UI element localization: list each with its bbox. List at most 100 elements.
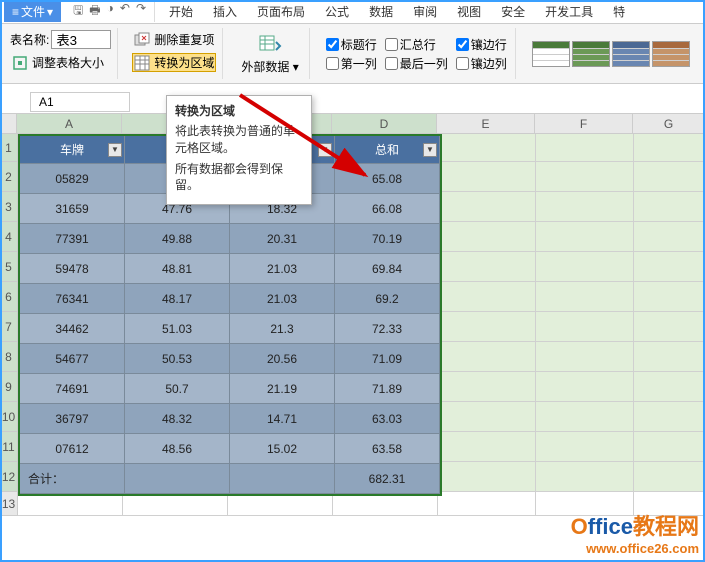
table-header-0[interactable]: 车牌▼ — [20, 136, 125, 164]
row-header-7[interactable]: 7 — [0, 312, 18, 342]
filter-dropdown-0[interactable]: ▼ — [108, 143, 122, 157]
table-cell-r3-c3[interactable]: 69.84 — [335, 254, 440, 284]
tab-视图[interactable]: 视图 — [447, 1, 491, 22]
cell-F1[interactable] — [536, 134, 634, 162]
cell-E9[interactable] — [438, 372, 536, 402]
table-cell-r4-c3[interactable]: 69.2 — [335, 284, 440, 314]
cell-E6[interactable] — [438, 282, 536, 312]
cell-G8[interactable] — [634, 342, 705, 372]
table-cell-r9-c2[interactable]: 15.02 — [230, 434, 335, 464]
cell-F6[interactable] — [536, 282, 634, 312]
table-cell-r3-c1[interactable]: 48.81 — [125, 254, 230, 284]
style-swatch-3[interactable] — [612, 41, 650, 67]
cell-F4[interactable] — [536, 222, 634, 252]
table-cell-r5-c3[interactable]: 72.33 — [335, 314, 440, 344]
cell-F5[interactable] — [536, 252, 634, 282]
remove-duplicates-button[interactable]: 删除重复项 — [132, 30, 216, 49]
cell-G4[interactable] — [634, 222, 705, 252]
table-cell-r9-c0[interactable]: 07612 — [20, 434, 125, 464]
save-icon[interactable]: 🖫 — [73, 1, 83, 22]
filter-dropdown-3[interactable]: ▼ — [423, 143, 437, 157]
table-cell-r6-c1[interactable]: 50.53 — [125, 344, 230, 374]
cell-F8[interactable] — [536, 342, 634, 372]
table-cell-r5-c2[interactable]: 21.3 — [230, 314, 335, 344]
col-header-D[interactable]: D — [332, 114, 437, 134]
cell-G3[interactable] — [634, 192, 705, 222]
cell-G9[interactable] — [634, 372, 705, 402]
table-cell-r9-c1[interactable]: 48.56 — [125, 434, 230, 464]
cell-E8[interactable] — [438, 342, 536, 372]
cell-E11[interactable] — [438, 432, 536, 462]
resize-table-button[interactable]: 调整表格大小 — [10, 53, 111, 72]
table-header-3[interactable]: 总和▼ — [335, 136, 440, 164]
table-cell-r8-c1[interactable]: 48.32 — [125, 404, 230, 434]
row-header-1[interactable]: 1 — [0, 134, 18, 162]
preview-icon[interactable]: ◑ — [107, 1, 114, 22]
cell-G7[interactable] — [634, 312, 705, 342]
cell-E2[interactable] — [438, 162, 536, 192]
cell-F12[interactable] — [536, 462, 634, 492]
table-cell-r0-c3[interactable]: 65.08 — [335, 164, 440, 194]
external-data-button[interactable]: 外部数据 ▾ — [237, 30, 302, 77]
table-cell-r3-c2[interactable]: 21.03 — [230, 254, 335, 284]
table-cell-r10-c3[interactable]: 682.31 — [335, 464, 440, 494]
table-cell-r7-c3[interactable]: 71.89 — [335, 374, 440, 404]
filter-dropdown-2[interactable]: ▼ — [318, 143, 332, 157]
tab-开始[interactable]: 开始 — [159, 1, 203, 22]
table-cell-r7-c0[interactable]: 74691 — [20, 374, 125, 404]
row-header-8[interactable]: 8 — [0, 342, 18, 372]
table-name-input[interactable] — [51, 30, 111, 49]
cell-E7[interactable] — [438, 312, 536, 342]
tab-插入[interactable]: 插入 — [203, 1, 247, 22]
row-header-10[interactable]: 10 — [0, 402, 18, 432]
cell-G5[interactable] — [634, 252, 705, 282]
table-cell-r6-c3[interactable]: 71.09 — [335, 344, 440, 374]
file-menu[interactable]: ≡ 文件 ▾ — [4, 1, 61, 22]
table-cell-r2-c1[interactable]: 49.88 — [125, 224, 230, 254]
cell-F2[interactable] — [536, 162, 634, 192]
cell-G10[interactable] — [634, 402, 705, 432]
cell-F10[interactable] — [536, 402, 634, 432]
row-header-13[interactable]: 13 — [0, 492, 18, 516]
tab-安全[interactable]: 安全 — [491, 1, 535, 22]
cell-F3[interactable] — [536, 192, 634, 222]
cell-F11[interactable] — [536, 432, 634, 462]
table-cell-r2-c3[interactable]: 70.19 — [335, 224, 440, 254]
table-cell-r4-c1[interactable]: 48.17 — [125, 284, 230, 314]
table-cell-r2-c2[interactable]: 20.31 — [230, 224, 335, 254]
table-cell-r1-c3[interactable]: 66.08 — [335, 194, 440, 224]
redo-icon[interactable]: ↷ — [136, 1, 146, 22]
tab-数据[interactable]: 数据 — [359, 1, 403, 22]
table-cell-r6-c0[interactable]: 54677 — [20, 344, 125, 374]
chk-total-row[interactable]: 汇总行 — [385, 36, 448, 53]
col-header-E[interactable]: E — [437, 114, 535, 134]
tab-开发工具[interactable]: 开发工具 — [535, 1, 603, 22]
chk-header-row[interactable]: 标题行 — [326, 36, 377, 53]
cell-E5[interactable] — [438, 252, 536, 282]
row-header-6[interactable]: 6 — [0, 282, 18, 312]
table-cell-r8-c0[interactable]: 36797 — [20, 404, 125, 434]
convert-to-range-button[interactable]: 转换为区域 — [132, 53, 216, 72]
print-icon[interactable]: 🖶 — [89, 1, 100, 22]
table-cell-r0-c0[interactable]: 05829 — [20, 164, 125, 194]
cell-E4[interactable] — [438, 222, 536, 252]
cell-G6[interactable] — [634, 282, 705, 312]
cell-E3[interactable] — [438, 192, 536, 222]
chk-first-col[interactable]: 第一列 — [326, 55, 377, 72]
col-header-A[interactable]: A — [17, 114, 122, 134]
table-cell-r2-c0[interactable]: 77391 — [20, 224, 125, 254]
row-header-11[interactable]: 11 — [0, 432, 18, 462]
row-header-5[interactable]: 5 — [0, 252, 18, 282]
select-all-corner[interactable] — [0, 114, 17, 134]
cell-G11[interactable] — [634, 432, 705, 462]
row-header-3[interactable]: 3 — [0, 192, 18, 222]
tab-公式[interactable]: 公式 — [315, 1, 359, 22]
style-swatch-4[interactable] — [652, 41, 690, 67]
chk-banded-rows[interactable]: 镶边行 — [456, 36, 507, 53]
style-swatch-1[interactable] — [532, 41, 570, 67]
table-cell-r8-c3[interactable]: 63.03 — [335, 404, 440, 434]
row-header-9[interactable]: 9 — [0, 372, 18, 402]
cell-E1[interactable] — [438, 134, 536, 162]
table-cell-r7-c1[interactable]: 50.7 — [125, 374, 230, 404]
table-cell-r10-c1[interactable] — [125, 464, 230, 494]
